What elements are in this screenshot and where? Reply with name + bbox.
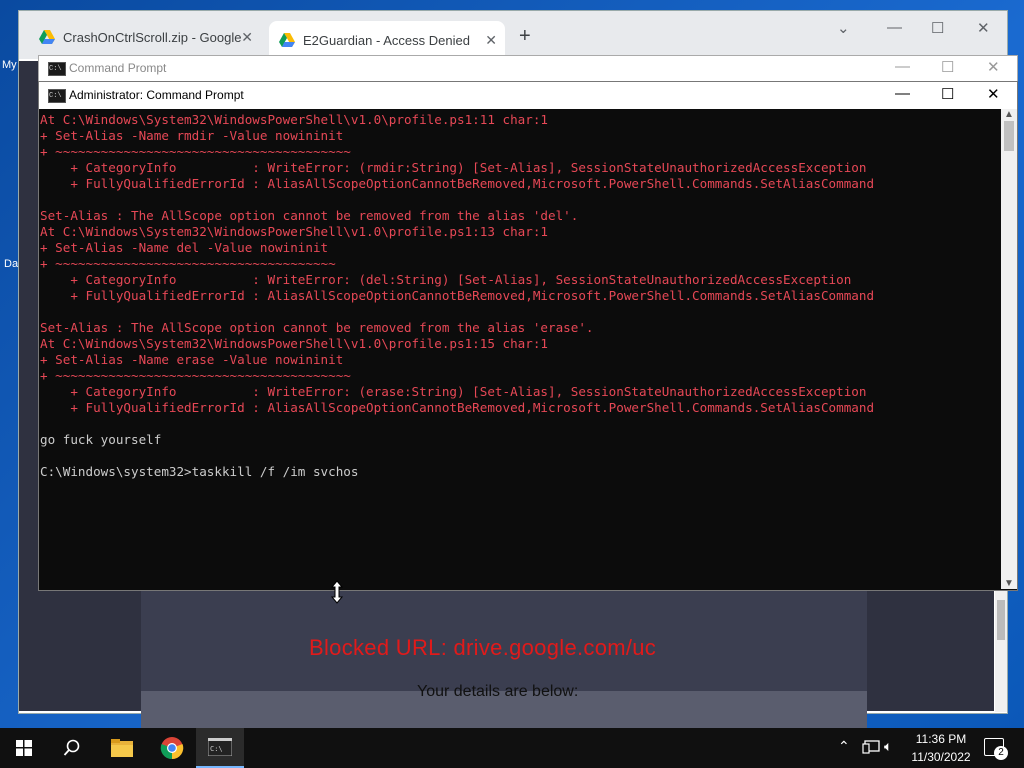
volume-icon[interactable]: 🔈︎ xyxy=(884,738,892,755)
console-line: + ~~~~~~~~~~~~~~~~~~~~~~~~~~~~~~~~~~~~~~… xyxy=(40,144,351,159)
tab-crashonctrlscroll[interactable]: CrashOnCtrlScroll.zip - Google D ✕ xyxy=(29,23,261,51)
command-prompt-taskbar-button[interactable]: C:\ xyxy=(196,728,244,768)
command-prompt-icon: C:\ xyxy=(48,62,66,76)
tray-overflow-icon[interactable]: ⌃ xyxy=(838,738,850,755)
minimize-icon[interactable]: — xyxy=(895,58,910,75)
google-drive-icon xyxy=(279,33,295,47)
console-line: go fuck yourself xyxy=(40,432,162,447)
console-scrollbar[interactable]: ▲ ▼ xyxy=(1001,109,1017,589)
taskbar: C:\ ⌃ 🔈︎ 11:36 PM 11/30/2022 2 xyxy=(0,728,1024,768)
chrome-button[interactable] xyxy=(148,728,196,768)
maximize-icon[interactable]: ☐ xyxy=(931,19,944,37)
console-line: + FullyQualifiedErrorId : AliasAllScopeO… xyxy=(40,400,875,415)
google-drive-icon xyxy=(39,30,55,44)
close-tab-icon[interactable]: ✕ xyxy=(485,32,497,49)
console-line: + FullyQualifiedErrorId : AliasAllScopeO… xyxy=(40,176,875,191)
console-output[interactable]: At C:\Windows\System32\WindowsPowerShell… xyxy=(40,112,1000,588)
window-title: Command Prompt xyxy=(69,61,167,75)
start-button[interactable] xyxy=(0,728,48,768)
start-icon xyxy=(16,740,32,756)
chrome-tab-bar: CrashOnCtrlScroll.zip - Google D ✕ E2Gua… xyxy=(19,11,1007,59)
console-line: + Set-Alias -Name rmdir -Value nowininit xyxy=(40,128,344,143)
scroll-down-icon[interactable]: ▼ xyxy=(1004,578,1014,589)
console-line: C:\Windows\system32>taskkill /f /im svch… xyxy=(40,464,359,479)
window-title: Administrator: Command Prompt xyxy=(69,88,244,102)
clock-date: 11/30/2022 xyxy=(911,750,971,764)
console-line: At C:\Windows\System32\WindowsPowerShell… xyxy=(40,224,548,239)
file-explorer-button[interactable] xyxy=(98,728,146,768)
close-icon[interactable]: ✕ xyxy=(977,19,990,37)
scrollbar-thumb[interactable] xyxy=(997,600,1005,640)
title-bar[interactable]: C:\ Administrator: Command Prompt — ☐ ✕ xyxy=(39,82,1017,109)
command-prompt-window-back[interactable]: C:\ Command Prompt — ☐ ✕ xyxy=(38,55,1018,83)
tab-title: E2Guardian - Access Denied xyxy=(303,32,470,48)
close-icon[interactable]: ✕ xyxy=(987,58,1000,76)
clock[interactable]: 11:36 PM 11/30/2022 xyxy=(904,732,978,764)
desktop-icon-label[interactable]: My xyxy=(2,59,17,71)
maximize-icon[interactable]: ☐ xyxy=(941,58,954,76)
tab-e2guardian[interactable]: E2Guardian - Access Denied ✕ xyxy=(269,21,505,59)
resize-cursor-icon xyxy=(330,580,344,604)
console-line: At C:\Windows\System32\WindowsPowerShell… xyxy=(40,336,548,351)
desktop-icon-label[interactable]: Da xyxy=(4,258,18,270)
details-heading: Your details are below: xyxy=(417,683,579,700)
console-line: Set-Alias : The AllScope option cannot b… xyxy=(40,208,579,223)
notification-badge: 2 xyxy=(994,746,1008,760)
admin-command-prompt-window: C:\ Administrator: Command Prompt — ☐ ✕ … xyxy=(38,81,1018,591)
command-prompt-icon: C:\ xyxy=(48,89,66,103)
page-scrollbar[interactable] xyxy=(995,586,1007,712)
search-icon xyxy=(63,739,80,756)
console-line: + FullyQualifiedErrorId : AliasAllScopeO… xyxy=(40,288,875,303)
console-line: + CategoryInfo : WriteError: (del:String… xyxy=(40,272,852,287)
console-line: + ~~~~~~~~~~~~~~~~~~~~~~~~~~~~~~~~~~~~~~… xyxy=(40,368,351,383)
tab-search-icon[interactable]: ⌄ xyxy=(837,19,850,37)
new-tab-button[interactable]: + xyxy=(519,25,531,48)
command-prompt-icon: C:\ xyxy=(208,738,232,756)
console-line: + ~~~~~~~~~~~~~~~~~~~~~~~~~~~~~~~~~~~~~ xyxy=(40,256,336,271)
close-tab-icon[interactable]: ✕ xyxy=(241,29,253,46)
scrollbar-thumb[interactable] xyxy=(1004,121,1014,151)
maximize-icon[interactable]: ☐ xyxy=(941,85,954,103)
blocked-url-text: Blocked URL: drive.google.com/uc xyxy=(309,635,657,660)
minimize-icon[interactable]: — xyxy=(895,85,910,102)
network-icon[interactable] xyxy=(862,740,880,756)
console-line: + CategoryInfo : WriteError: (rmdir:Stri… xyxy=(40,160,867,175)
svg-text:C:\: C:\ xyxy=(210,745,223,753)
file-explorer-icon xyxy=(111,739,133,757)
console-line: Set-Alias : The AllScope option cannot b… xyxy=(40,320,594,335)
scroll-up-icon[interactable]: ▲ xyxy=(1004,109,1014,120)
close-icon[interactable]: ✕ xyxy=(987,85,1000,103)
tab-title: CrashOnCtrlScroll.zip - Google D xyxy=(63,29,243,45)
console-line: + Set-Alias -Name del -Value nowininit xyxy=(40,240,329,255)
minimize-icon[interactable]: — xyxy=(887,19,902,36)
console-line: + Set-Alias -Name erase -Value nowininit xyxy=(40,352,344,367)
clock-time: 11:36 PM xyxy=(915,732,967,746)
search-button[interactable] xyxy=(48,728,96,768)
console-line: At C:\Windows\System32\WindowsPowerShell… xyxy=(40,112,548,127)
chrome-icon xyxy=(160,737,184,760)
console-line: + CategoryInfo : WriteError: (erase:Stri… xyxy=(40,384,867,399)
